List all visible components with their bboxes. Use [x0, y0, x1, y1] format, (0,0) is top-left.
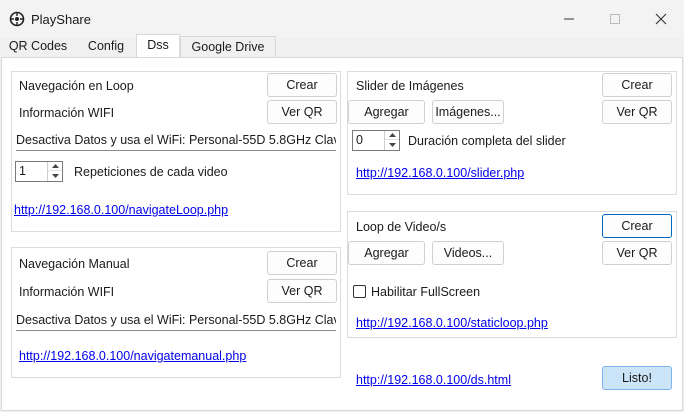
- spinner-up-icon[interactable]: [48, 162, 62, 171]
- loop-nav-wifi-field[interactable]: Desactiva Datos y usa el WiFi: Personal-…: [16, 129, 336, 151]
- video-loop-videos-button[interactable]: Videos...: [432, 241, 504, 265]
- slider-create-button[interactable]: Crear: [602, 73, 672, 97]
- tab-qr-codes[interactable]: QR Codes: [3, 36, 73, 58]
- slider-duration-spinner[interactable]: 0: [352, 130, 400, 151]
- fullscreen-checkbox[interactable]: [353, 285, 366, 298]
- manual-nav-url-link[interactable]: http://192.168.0.100/navigatemanual.php: [19, 349, 246, 363]
- tab-strip: QR Codes Config Dss Google Drive: [0, 34, 684, 58]
- video-loop-view-qr-button[interactable]: Ver QR: [602, 241, 672, 265]
- manual-nav-wifi-field[interactable]: Desactiva Datos y usa el WiFi: Personal-…: [16, 309, 336, 331]
- minimize-icon: [564, 18, 574, 20]
- tab-google-drive[interactable]: Google Drive: [180, 36, 276, 58]
- repetitions-label: Repeticiones de cada video: [74, 165, 228, 179]
- manual-nav-wifi-label: Información WIFI: [19, 285, 115, 299]
- title-bar: PlayShare: [0, 0, 684, 38]
- close-icon: [655, 13, 667, 25]
- loop-nav-wifi-label: Información WIFI: [19, 106, 115, 120]
- loop-nav-create-button[interactable]: Crear: [267, 73, 337, 97]
- slider-images-button[interactable]: Imágenes...: [432, 100, 504, 124]
- slider-title: Slider de Imágenes: [356, 79, 464, 93]
- loop-nav-url-link[interactable]: http://192.168.0.100/navigateLoop.php: [14, 203, 228, 217]
- manual-nav-title: Navegación Manual: [19, 257, 130, 271]
- fullscreen-label: Habilitar FullScreen: [371, 285, 481, 299]
- tab-config[interactable]: Config: [76, 36, 136, 58]
- video-loop-create-button[interactable]: Crear: [602, 214, 672, 238]
- done-button[interactable]: Listo!: [602, 366, 672, 390]
- spinner-up-icon[interactable]: [385, 131, 399, 140]
- repetitions-value: 1: [19, 164, 26, 178]
- slider-duration-value: 0: [356, 133, 363, 147]
- slider-duration-label: Duración completa del slider: [408, 134, 566, 148]
- spinner-down-icon[interactable]: [385, 140, 399, 149]
- loop-nav-view-qr-button[interactable]: Ver QR: [267, 100, 337, 124]
- app-icon: [9, 11, 25, 27]
- spinner-down-icon[interactable]: [48, 171, 62, 180]
- window-title: PlayShare: [31, 12, 91, 27]
- slider-url-link[interactable]: http://192.168.0.100/slider.php: [356, 166, 524, 180]
- slider-add-button[interactable]: Agregar: [348, 100, 425, 124]
- slider-view-qr-button[interactable]: Ver QR: [602, 100, 672, 124]
- spinner-arrows: [47, 162, 62, 181]
- minimize-button[interactable]: [546, 0, 592, 38]
- repetitions-spinner[interactable]: 1: [15, 161, 63, 182]
- ds-url-link[interactable]: http://192.168.0.100/ds.html: [356, 373, 511, 387]
- manual-nav-view-qr-button[interactable]: Ver QR: [267, 279, 337, 303]
- tab-dss[interactable]: Dss: [136, 34, 180, 58]
- maximize-icon: [610, 14, 620, 24]
- close-button[interactable]: [638, 0, 684, 38]
- video-loop-url-link[interactable]: http://192.168.0.100/staticloop.php: [356, 316, 548, 330]
- video-loop-title: Loop de Video/s: [356, 220, 447, 234]
- manual-nav-create-button[interactable]: Crear: [267, 251, 337, 275]
- video-loop-add-button[interactable]: Agregar: [348, 241, 425, 265]
- spinner-arrows: [384, 131, 399, 150]
- loop-nav-title: Navegación en Loop: [19, 79, 134, 93]
- maximize-button[interactable]: [592, 0, 638, 38]
